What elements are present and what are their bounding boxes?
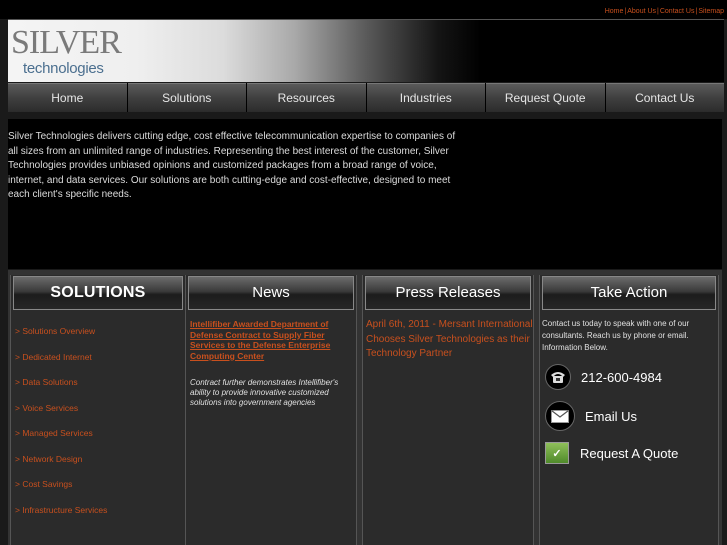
intro-section: Silver Technologies delivers cutting edg… <box>8 119 722 269</box>
header-banner: SILVER technologies <box>8 19 724 82</box>
phone-row[interactable]: 212-600-4984 <box>545 364 662 390</box>
nav-contact-us[interactable]: Contact Us <box>605 83 724 112</box>
solutions-column: SOLUTIONS > Solutions Overview > Dedicat… <box>10 275 186 545</box>
page: Home|About Us|Contact Us|Sitemap SILVER … <box>0 0 727 545</box>
action-column: Take Action Contact us today to speak wi… <box>539 275 719 545</box>
phone-number: 212-600-4984 <box>581 369 662 385</box>
solution-link[interactable]: > Cost Savings <box>15 478 107 504</box>
nav-resources[interactable]: Resources <box>247 83 366 112</box>
action-description: Contact us today to speak with one of ou… <box>542 319 690 352</box>
util-link-sitemap[interactable]: Sitemap <box>698 8 724 15</box>
news-column: News Intellifiber Awarded Department of … <box>185 275 357 545</box>
util-link-contact[interactable]: Contact Us <box>660 8 695 15</box>
solution-link[interactable]: > Network Design <box>15 453 107 479</box>
action-heading: Take Action <box>542 276 716 310</box>
nav-home[interactable]: Home <box>8 83 127 112</box>
email-link[interactable]: Email Us <box>585 409 637 424</box>
press-column: Press Releases April 6th, 2011 - Mersant… <box>362 275 534 545</box>
content-columns: SOLUTIONS > Solutions Overview > Dedicat… <box>8 270 722 545</box>
nav-request-quote[interactable]: Request Quote <box>486 83 605 112</box>
press-release-link[interactable]: April 6th, 2011 - Mersant International … <box>366 318 534 362</box>
solutions-heading: SOLUTIONS <box>13 276 183 310</box>
utility-links: Home|About Us|Contact Us|Sitemap <box>605 8 724 15</box>
news-summary: Contract further demonstrates Intellifib… <box>190 378 339 407</box>
email-row[interactable]: Email Us <box>545 401 637 431</box>
nav-industries[interactable]: Industries <box>366 83 485 112</box>
logo-subtitle: technologies <box>23 60 104 77</box>
news-headline-link[interactable]: Intellifiber Awarded Department of Defen… <box>190 319 352 361</box>
quote-row[interactable]: ✓ Request A Quote <box>545 442 678 464</box>
nav-solutions[interactable]: Solutions <box>127 83 246 112</box>
quote-icon: ✓ <box>545 442 569 464</box>
intro-text: Silver Technologies delivers cutting edg… <box>8 131 456 200</box>
solution-link[interactable]: > Voice Services <box>15 402 107 428</box>
solutions-list: > Solutions Overview > Dedicated Interne… <box>15 325 107 529</box>
util-link-home[interactable]: Home <box>605 8 624 15</box>
main-nav: Home Solutions Resources Industries Requ… <box>8 83 724 112</box>
solution-link[interactable]: > Solutions Overview <box>15 325 107 351</box>
utility-bar: Home|About Us|Contact Us|Sitemap <box>0 0 727 19</box>
email-icon <box>545 401 575 431</box>
util-link-about[interactable]: About Us <box>627 8 656 15</box>
request-quote-link[interactable]: Request A Quote <box>580 446 678 461</box>
solution-link[interactable]: > Data Solutions <box>15 376 107 402</box>
solution-link[interactable]: > Infrastructure Services <box>15 504 107 530</box>
solution-link[interactable]: > Managed Services <box>15 427 107 453</box>
solution-link[interactable]: > Dedicated Internet <box>15 351 107 377</box>
news-heading: News <box>188 276 354 310</box>
phone-icon <box>545 364 571 390</box>
logo-wordmark[interactable]: SILVER <box>11 26 122 60</box>
press-heading: Press Releases <box>365 276 531 310</box>
